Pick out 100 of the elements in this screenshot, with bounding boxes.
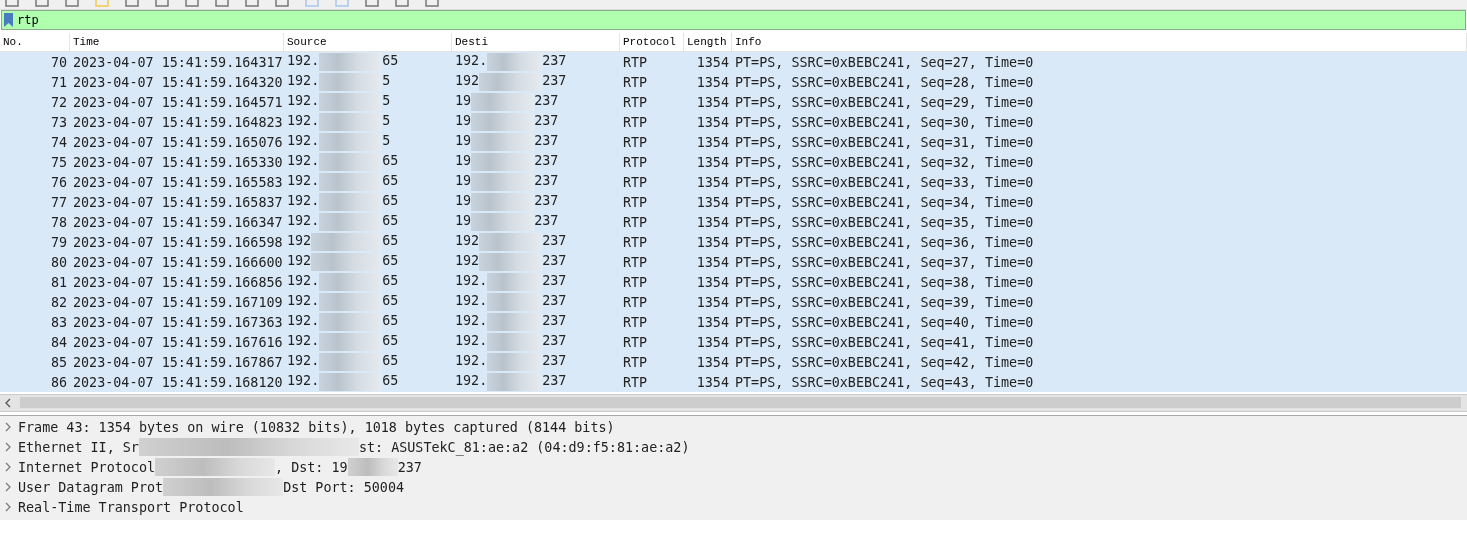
table-cell-text: 65 — [382, 333, 399, 350]
toolbar-icon[interactable] — [154, 0, 170, 9]
column-header[interactable]: Protocol — [620, 33, 684, 51]
table-cell-text: 1354 — [695, 174, 730, 190]
table-cell-text: PT=PS, SSRC=0xBEBC241, Seq=33, Time=0 — [734, 174, 1035, 190]
redaction-blur — [311, 233, 383, 251]
chevron-right-icon[interactable] — [5, 502, 12, 512]
table-cell-text: 237 — [534, 133, 559, 150]
redaction-blur — [347, 458, 398, 476]
table-cell-text: 192. — [287, 213, 320, 230]
table-cell-text: 84 — [49, 334, 68, 350]
table-cell-text: RTP — [622, 274, 649, 290]
column-header[interactable]: No. — [0, 33, 70, 51]
filter-field[interactable]: rtp — [1, 10, 1466, 30]
toolbar-icon[interactable] — [124, 0, 140, 9]
table-cell-text: 192. — [287, 93, 320, 110]
chevron-right-icon[interactable] — [5, 422, 12, 432]
table-cell-text: RTP — [622, 74, 649, 90]
toolbar-icon[interactable] — [364, 0, 380, 9]
chevron-right-icon[interactable] — [5, 462, 12, 472]
table-cell-text: 19 — [455, 113, 472, 130]
table-cell-text: 237 — [534, 153, 559, 170]
table-cell-text: PT=PS, SSRC=0xBEBC241, Seq=32, Time=0 — [734, 154, 1035, 170]
table-cell-text: 1354 — [695, 254, 730, 270]
table-cell-text: 65 — [382, 373, 399, 390]
toolbar-icon[interactable] — [424, 0, 440, 9]
table-cell-text: 2023-04-07 15:41:59.166347 — [72, 214, 284, 230]
table-cell-text: PT=PS, SSRC=0xBEBC241, Seq=40, Time=0 — [734, 314, 1035, 330]
table-cell-text: 81 — [49, 274, 68, 290]
table-cell-text: 77 — [49, 194, 68, 210]
toolbar-icon[interactable] — [214, 0, 230, 9]
tree-item-text[interactable]: 237 — [397, 459, 422, 475]
redaction-blur — [319, 353, 383, 371]
table-cell-text: 19 — [455, 193, 472, 210]
table-cell-text: 192. — [287, 353, 320, 370]
tree-item-text[interactable]: st: ASUSTekC_81:ae:a2 (04:d9:f5:81:ae:a2) — [358, 439, 690, 455]
table-cell-text: 2023-04-07 15:41:59.167867 — [72, 354, 284, 370]
table-cell-text: 65 — [382, 213, 399, 230]
table-cell-text: 82 — [49, 294, 68, 310]
table-cell-text: 1354 — [695, 134, 730, 150]
table-cell-text: RTP — [622, 354, 649, 370]
redaction-blur — [311, 253, 383, 271]
table-cell-text: 5 — [382, 93, 391, 110]
table-cell-text: 237 — [542, 313, 567, 330]
tree-item-text[interactable]: Frame 43: 1354 bytes on wire (10832 bits), 1018 bytes captured (8144 bits) — [18, 419, 615, 435]
toolbar-icon[interactable] — [244, 0, 260, 9]
scroll-left-icon[interactable] — [4, 398, 12, 408]
table-cell-text: 192. — [287, 133, 320, 150]
column-header[interactable]: Length — [684, 33, 732, 51]
tree-item-text[interactable]: , Dst: 19 — [275, 459, 348, 475]
table-cell-text: RTP — [622, 294, 649, 310]
table-cell-text: 237 — [534, 193, 559, 210]
toolbar-icon[interactable] — [304, 0, 320, 9]
redaction-blur — [487, 293, 543, 311]
redaction-blur — [319, 193, 383, 211]
column-header[interactable]: Info — [732, 33, 1467, 51]
tree-item-text[interactable]: Real-Time Transport Protocol — [18, 499, 244, 515]
column-header[interactable]: Source — [284, 33, 452, 51]
table-cell-text: 2023-04-07 15:41:59.167363 — [72, 314, 284, 330]
table-cell-text: 237 — [534, 213, 559, 230]
redaction-blur — [471, 173, 535, 191]
table-cell-text: 75 — [49, 154, 68, 170]
table-cell-text: 237 — [534, 93, 559, 110]
column-header[interactable]: Time — [70, 33, 284, 51]
table-cell-text: RTP — [622, 374, 649, 390]
table-cell-text: 19 — [455, 93, 472, 110]
table-cell-text: 65 — [382, 313, 399, 330]
table-cell-text: RTP — [622, 174, 649, 190]
toolbar-icon[interactable] — [394, 0, 410, 9]
redaction-blur — [479, 233, 543, 251]
redaction-blur — [479, 73, 543, 91]
chevron-right-icon[interactable] — [5, 482, 12, 492]
table-cell-text: 192. — [287, 53, 320, 70]
toolbar-icon[interactable] — [34, 0, 50, 9]
redaction-blur — [487, 373, 543, 391]
toolbar-icon[interactable] — [4, 0, 20, 9]
table-cell-text: 192. — [287, 373, 320, 390]
toolbar-icon[interactable] — [334, 0, 350, 9]
bookmark-icon[interactable] — [4, 13, 13, 27]
toolbar-icon[interactable] — [274, 0, 290, 9]
table-cell-text: 192. — [287, 153, 320, 170]
table-cell-text: 65 — [382, 233, 399, 250]
chevron-right-icon[interactable] — [5, 442, 12, 452]
table-cell-text: 1354 — [695, 374, 730, 390]
table-cell-text: 65 — [382, 353, 399, 370]
tree-item-text[interactable]: User Datagram Prot — [18, 479, 164, 495]
tree-item-text[interactable]: Dst Port: 50004 — [283, 479, 405, 495]
redaction-blur — [319, 93, 383, 111]
horizontal-scrollbar[interactable] — [0, 394, 1467, 411]
table-cell-text: 237 — [534, 113, 559, 130]
table-cell-text: 192. — [455, 53, 488, 70]
tree-item-text[interactable]: Ethernet II, Sr — [18, 439, 139, 455]
table-cell-text: 2023-04-07 15:41:59.167616 — [72, 334, 284, 350]
tree-item-text[interactable]: Internet Protocol — [18, 459, 156, 475]
toolbar-icon[interactable] — [184, 0, 200, 9]
column-header[interactable]: Desti — [452, 33, 620, 51]
table-cell-text: 192. — [287, 333, 320, 350]
table-cell-text: 1354 — [695, 154, 730, 170]
toolbar-icon[interactable] — [64, 0, 80, 9]
redaction-blur — [319, 173, 383, 191]
